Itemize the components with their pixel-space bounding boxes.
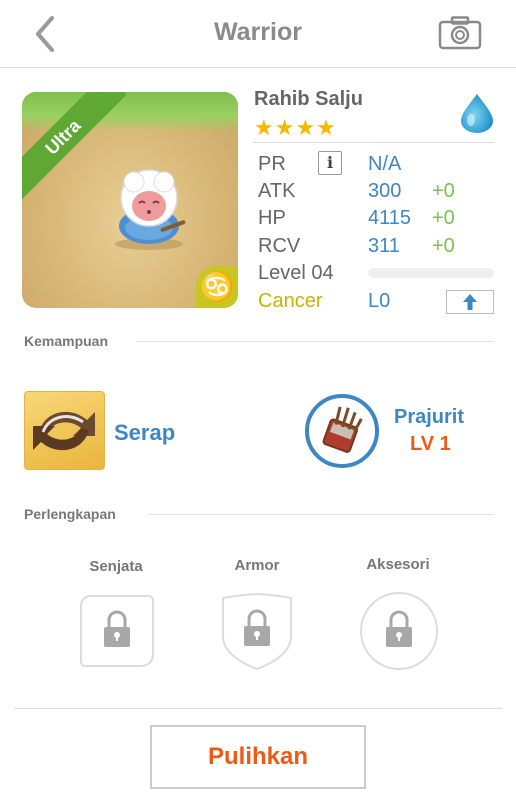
skill-absorb-icon[interactable] bbox=[24, 391, 105, 470]
divider bbox=[252, 142, 494, 143]
upgrade-zodiac-button[interactable] bbox=[446, 290, 494, 314]
level-label: Level 04 bbox=[258, 262, 334, 284]
top-bar: Warrior bbox=[0, 0, 516, 68]
rarity-ribbon: Ultra bbox=[22, 92, 127, 201]
stat-bonus-hp: +0 bbox=[432, 207, 455, 229]
accessory-slot[interactable] bbox=[359, 591, 439, 671]
stat-value-atk: 300 bbox=[368, 180, 402, 202]
stat-label-pr: PR bbox=[258, 153, 286, 175]
abilities-heading: Kemampuan bbox=[24, 333, 109, 349]
stat-value-hp: 4115 bbox=[368, 207, 412, 229]
warrior-class-icon[interactable] bbox=[304, 393, 380, 469]
armor-slot[interactable] bbox=[219, 592, 295, 672]
rarity-stars: ★★★★ bbox=[254, 115, 337, 140]
stat-bonus-atk: +0 bbox=[432, 180, 455, 202]
zodiac-level: L0 bbox=[368, 290, 391, 312]
character-name: Rahib Salju bbox=[254, 88, 363, 110]
stat-value-pr: N/A bbox=[368, 153, 402, 175]
skill-name[interactable]: Serap bbox=[114, 420, 175, 446]
restore-button[interactable]: Pulihkan bbox=[150, 725, 366, 789]
stat-label-atk: ATK bbox=[258, 180, 296, 202]
class-level: LV 1 bbox=[410, 433, 451, 455]
equip-label-accessory: Aksesori bbox=[366, 556, 430, 573]
water-drop-icon bbox=[461, 94, 493, 133]
divider bbox=[136, 341, 494, 342]
arrow-up-icon bbox=[463, 294, 477, 310]
swap-arrows-icon bbox=[33, 411, 95, 451]
divider bbox=[148, 514, 494, 515]
info-icon[interactable]: i bbox=[318, 151, 342, 175]
character-portrait[interactable]: Ultra ♋ bbox=[22, 92, 238, 308]
equip-label-weapon: Senjata bbox=[89, 558, 143, 575]
weapon-slot[interactable] bbox=[78, 593, 156, 669]
stat-value-rcv: 311 bbox=[368, 235, 400, 257]
camera-icon[interactable] bbox=[438, 16, 482, 50]
equipment-heading: Perlengkapan bbox=[24, 506, 116, 522]
class-name: Prajurit bbox=[394, 406, 465, 428]
stat-label-rcv: RCV bbox=[258, 235, 301, 257]
equip-label-armor: Armor bbox=[234, 557, 280, 574]
level-progress-bar bbox=[368, 268, 494, 278]
zodiac-badge: ♋ bbox=[196, 266, 238, 308]
divider bbox=[14, 708, 502, 709]
stat-label-hp: HP bbox=[258, 207, 286, 229]
zodiac-label: Cancer bbox=[258, 290, 323, 312]
stat-bonus-rcv: +0 bbox=[432, 235, 455, 257]
